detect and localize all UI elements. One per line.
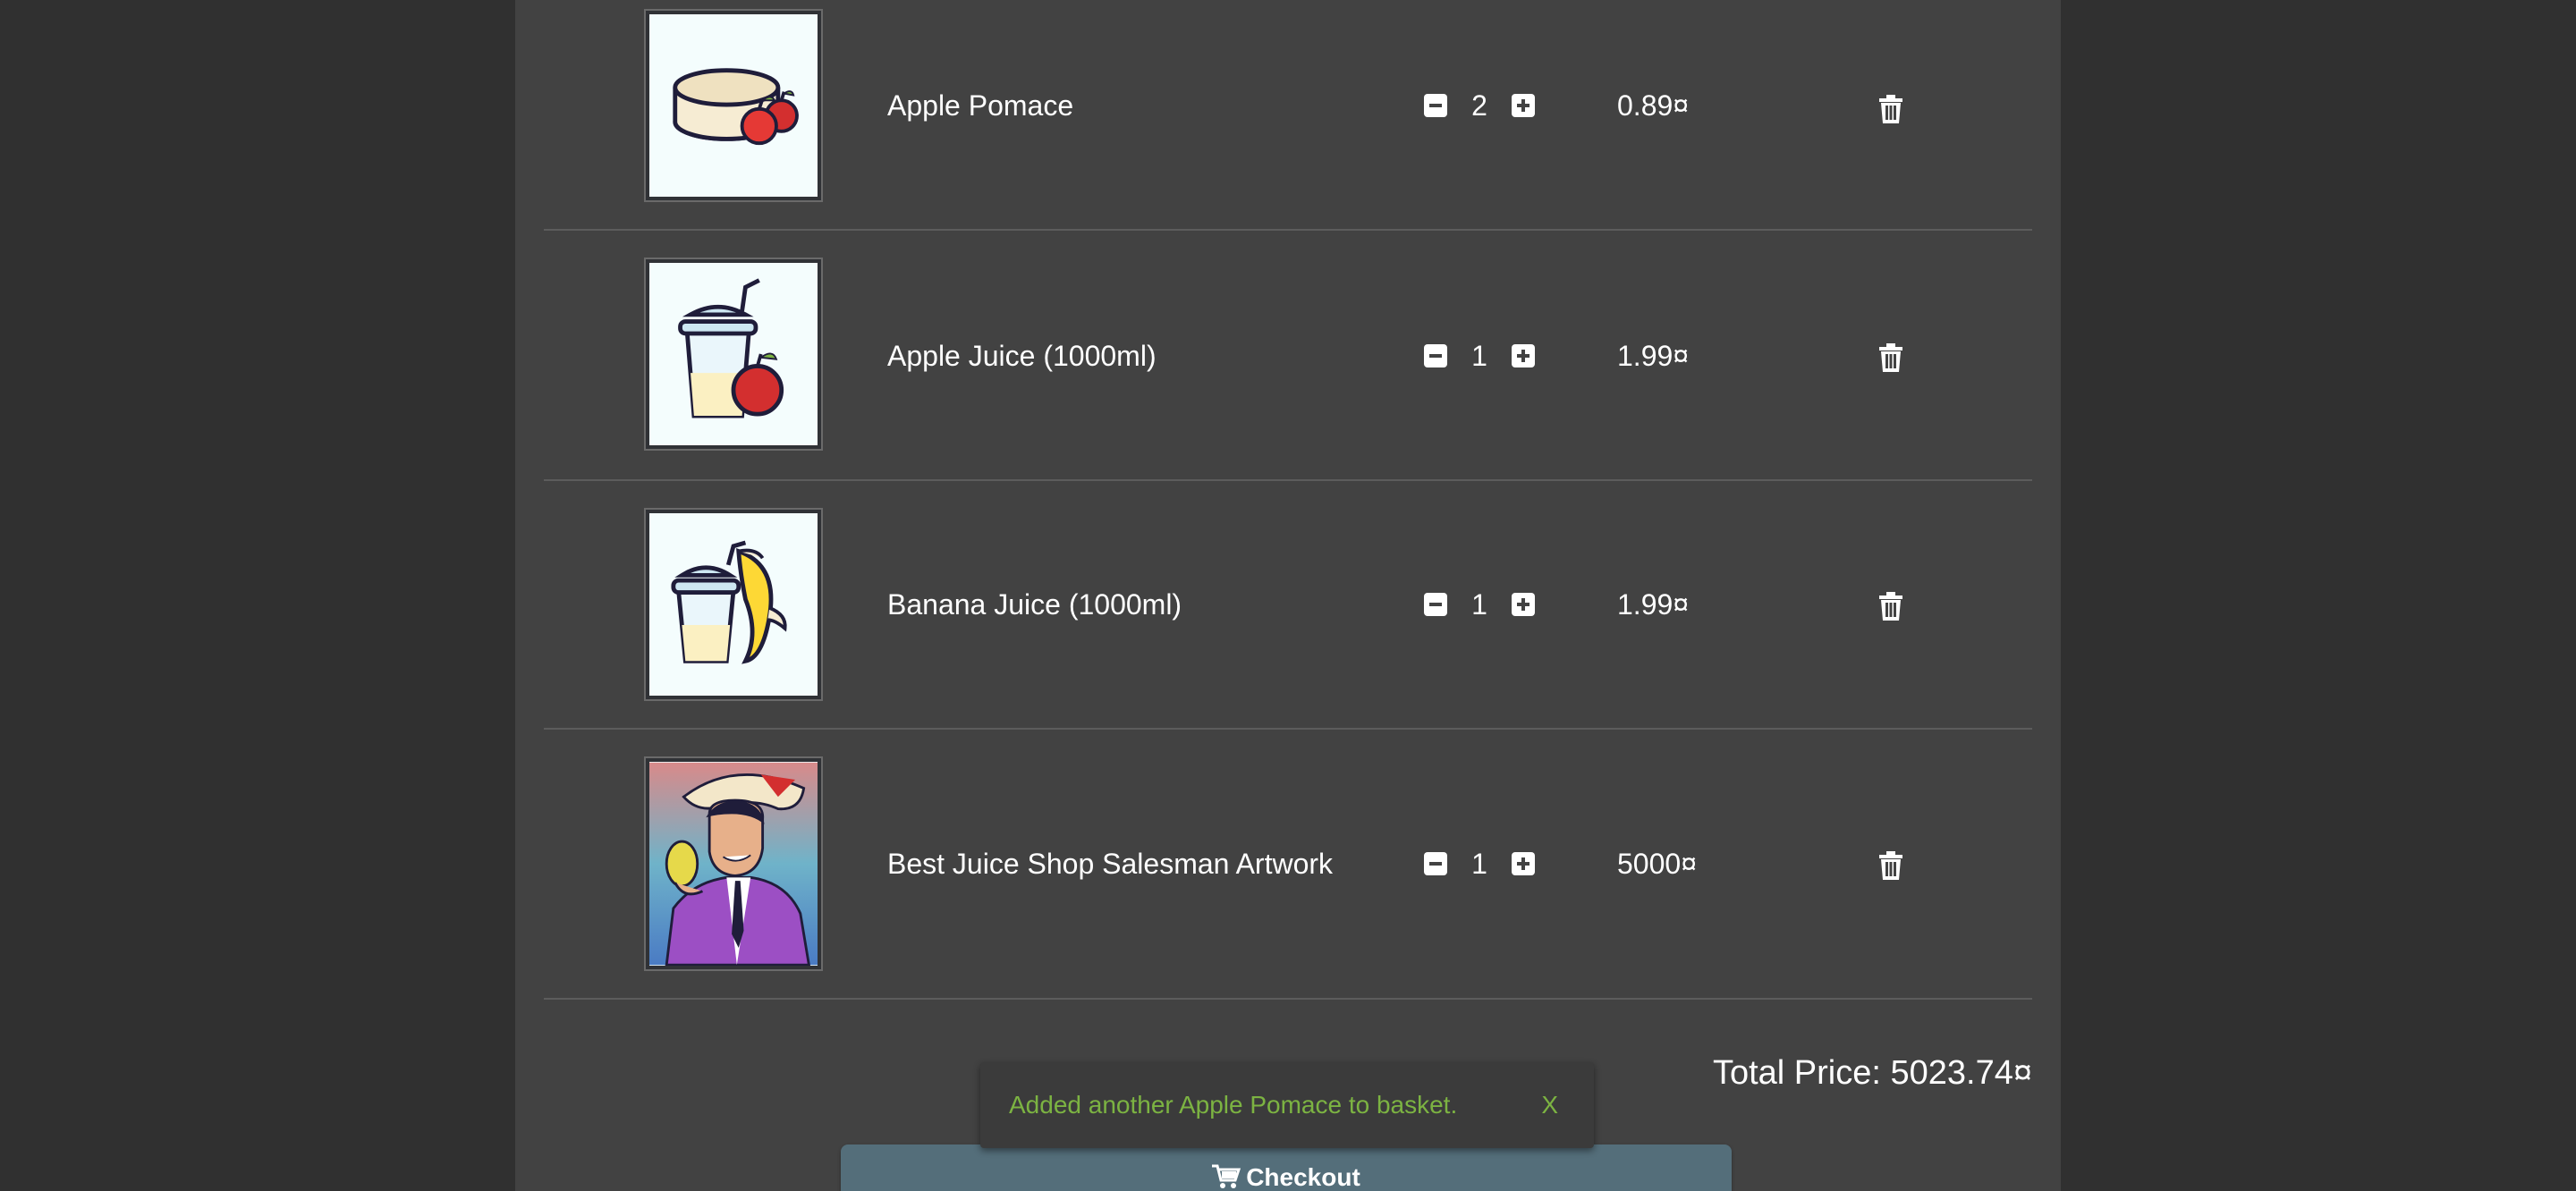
- quantity-stepper: 1: [1424, 587, 1558, 622]
- quantity-stepper: 1: [1424, 846, 1558, 882]
- product-price: 1.99¤: [1617, 340, 1690, 372]
- cart-icon: [1212, 1164, 1241, 1189]
- salesman-artwork-image: [646, 758, 821, 969]
- minus-square-icon[interactable]: [1424, 344, 1447, 367]
- basket-row: Banana Juice (1000ml) 1 1.99¤: [544, 481, 2032, 730]
- trash-icon[interactable]: [1878, 95, 1903, 123]
- product-name: Apple Pomace: [887, 89, 1074, 122]
- snackbar-message: Added another Apple Pomace to basket.: [1009, 1091, 1458, 1119]
- quantity-value: 1: [1471, 340, 1487, 372]
- basket-panel: Apple Pomace 2 0.89¤ Apple Juice (1000ml…: [515, 0, 2061, 1191]
- minus-square-icon[interactable]: [1424, 852, 1447, 875]
- plus-square-icon[interactable]: [1512, 344, 1535, 367]
- plus-square-icon[interactable]: [1512, 94, 1535, 117]
- product-price: 5000¤: [1617, 848, 1697, 880]
- apple-pomace-image: [646, 11, 821, 200]
- snackbar-close-button[interactable]: X: [1541, 1087, 1558, 1123]
- product-price: 0.89¤: [1617, 89, 1690, 122]
- trash-icon[interactable]: [1878, 343, 1903, 372]
- apple-juice-image: [646, 259, 821, 449]
- snackbar: Added another Apple Pomace to basket. X: [980, 1062, 1594, 1148]
- total-price: Total Price: 5023.74¤: [1712, 1054, 2032, 1092]
- quantity-stepper: 1: [1424, 338, 1558, 374]
- product-name: Apple Juice (1000ml): [887, 340, 1157, 372]
- product-name: Banana Juice (1000ml): [887, 588, 1182, 621]
- quantity-value: 2: [1471, 89, 1487, 122]
- product-name: Best Juice Shop Salesman Artwork: [887, 848, 1334, 880]
- minus-square-icon[interactable]: [1424, 94, 1447, 117]
- checkout-label: Checkout: [1246, 1163, 1360, 1191]
- plus-square-icon[interactable]: [1512, 593, 1535, 616]
- banana-juice-image: [646, 510, 821, 699]
- quantity-stepper: 2: [1424, 88, 1558, 123]
- product-price: 1.99¤: [1617, 588, 1690, 621]
- basket-row: Apple Juice (1000ml) 1 1.99¤: [544, 231, 2032, 481]
- basket-row: Apple Pomace 2 0.89¤: [544, 0, 2032, 231]
- page: Apple Pomace 2 0.89¤ Apple Juice (1000ml…: [0, 0, 2576, 1191]
- trash-icon[interactable]: [1878, 851, 1903, 880]
- quantity-value: 1: [1471, 848, 1487, 880]
- quantity-value: 1: [1471, 588, 1487, 621]
- plus-square-icon[interactable]: [1512, 852, 1535, 875]
- basket-row: Best Juice Shop Salesman Artwork 1 5000¤: [544, 730, 2032, 1000]
- checkout-button[interactable]: Checkout: [841, 1145, 1732, 1191]
- trash-icon[interactable]: [1878, 592, 1903, 621]
- minus-square-icon[interactable]: [1424, 593, 1447, 616]
